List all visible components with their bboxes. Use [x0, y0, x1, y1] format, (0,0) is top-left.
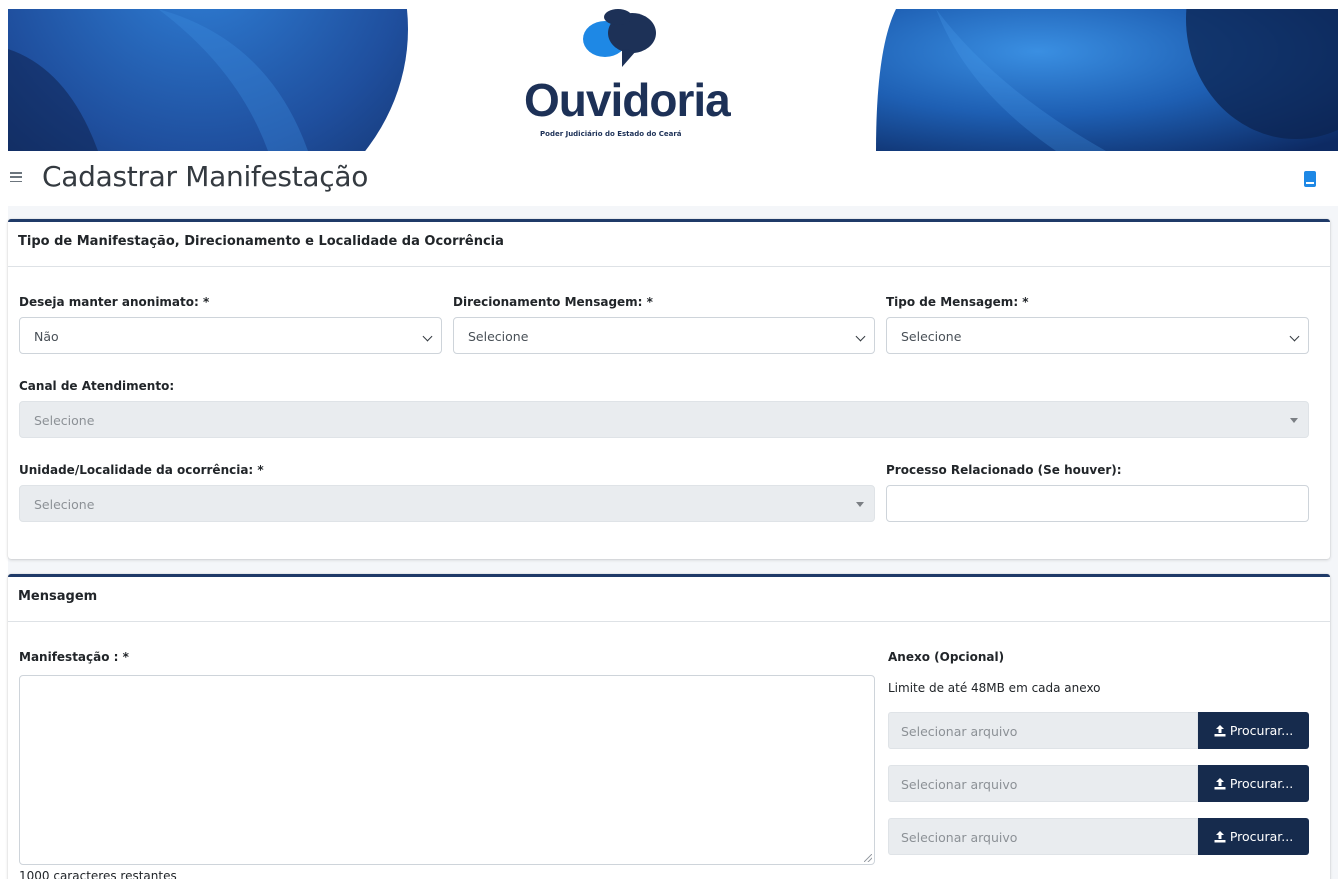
- chevron-down-icon: [422, 331, 433, 342]
- tipo-mensagem-value: Selecione: [901, 329, 962, 344]
- file-name-field[interactable]: Selecionar arquivo: [888, 712, 1198, 749]
- direcionamento-label: Direcionamento Mensagem: *: [453, 295, 653, 309]
- manifestacao-textarea[interactable]: [19, 675, 875, 865]
- unidade-select[interactable]: Selecione: [19, 485, 875, 522]
- page-header: Cadastrar Manifestação: [8, 151, 1338, 206]
- direcionamento-value: Selecione: [468, 329, 529, 344]
- occurrence-card: Tipo de Manifestação, Direcionamento e L…: [8, 219, 1330, 559]
- occurrence-card-title: Tipo de Manifestação, Direcionamento e L…: [8, 222, 1330, 267]
- upload-icon: [1214, 724, 1226, 736]
- message-card-title: Mensagem: [8, 577, 1330, 622]
- manifestacao-label: Manifestação : *: [19, 650, 129, 664]
- anexo-limit-text: Limite de até 48MB em cada anexo: [888, 681, 1101, 695]
- character-counter: 1000 caracteres restantes: [19, 869, 177, 879]
- tipo-mensagem-label: Tipo de Mensagem: *: [886, 295, 1029, 309]
- page-title: Cadastrar Manifestação: [42, 160, 369, 193]
- canal-label: Canal de Atendimento:: [19, 379, 175, 393]
- browse-button-label: Procurar...: [1229, 723, 1294, 738]
- direcionamento-select[interactable]: Selecione: [453, 317, 875, 354]
- processo-label: Processo Relacionado (Se houver):: [886, 463, 1122, 477]
- anonimato-value: Não: [34, 329, 59, 344]
- anexo-label: Anexo (Opcional): [888, 650, 1005, 664]
- file-upload-row: Selecionar arquivo Procurar...: [888, 712, 1309, 749]
- header-banner: Ouvidoria Poder Judiciário do Estado do …: [8, 9, 1338, 151]
- file-name-field[interactable]: Selecionar arquivo: [888, 765, 1198, 802]
- file-name-field[interactable]: Selecionar arquivo: [888, 818, 1198, 855]
- chevron-down-icon: [1289, 331, 1300, 342]
- processo-input[interactable]: [886, 485, 1309, 522]
- browse-button[interactable]: Procurar...: [1198, 765, 1309, 802]
- upload-icon: [1214, 830, 1226, 842]
- anonimato-select[interactable]: Não: [19, 317, 442, 354]
- browse-button-label: Procurar...: [1229, 776, 1294, 791]
- logo-title: Ouvidoria: [524, 74, 731, 126]
- file-upload-row: Selecionar arquivo Procurar...: [888, 818, 1309, 855]
- ouvidoria-logo: Ouvidoria Poder Judiciário do Estado do …: [510, 9, 750, 151]
- banner-decoration-left: [8, 9, 408, 151]
- browse-button[interactable]: Procurar...: [1198, 712, 1309, 749]
- banner-decoration-right: [876, 9, 1338, 151]
- unidade-value: Selecione: [34, 497, 95, 512]
- anonimato-label: Deseja manter anonimato: *: [19, 295, 210, 309]
- hamburger-menu-icon[interactable]: [10, 171, 22, 183]
- logo-subtitle: Poder Judiciário do Estado do Ceará: [540, 130, 682, 138]
- unidade-label: Unidade/Localidade da ocorrência: *: [19, 463, 264, 477]
- browse-button-label: Procurar...: [1229, 829, 1294, 844]
- chevron-down-icon: [855, 331, 866, 342]
- caret-down-icon: [1290, 418, 1298, 423]
- tipo-mensagem-select[interactable]: Selecione: [886, 317, 1309, 354]
- browse-button[interactable]: Procurar...: [1198, 818, 1309, 855]
- canal-value: Selecione: [34, 413, 95, 428]
- resize-grip-icon[interactable]: [864, 854, 872, 862]
- book-icon[interactable]: [1304, 171, 1316, 187]
- upload-icon: [1214, 777, 1226, 789]
- message-card: Mensagem Manifestação : * 1000 caractere…: [8, 574, 1330, 879]
- canal-select[interactable]: Selecione: [19, 401, 1309, 438]
- caret-down-icon: [856, 502, 864, 507]
- file-upload-row: Selecionar arquivo Procurar...: [888, 765, 1309, 802]
